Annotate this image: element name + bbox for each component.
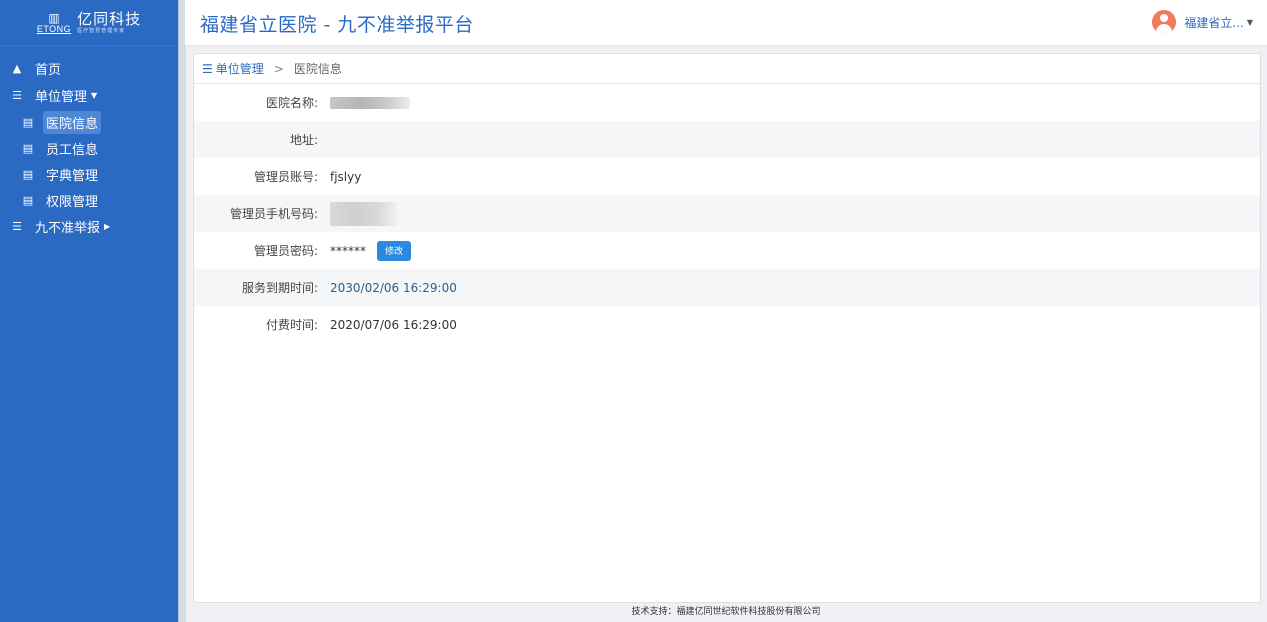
sidebar-nav: ▲ 首页 ☰ 单位管理 ▼ ▤ 医院信息 ▤ 员工信息 ▤ 字典管理 ▤ 权限管…: [0, 55, 178, 240]
sidebar: ▥ ETONG 亿同科技 医疗智慧管理专家 ▲ 首页 ☰ 单位管理 ▼ ▤ 医院…: [0, 0, 178, 622]
sidebar-item-label: 单位管理: [35, 90, 88, 105]
sidebar-resize-handle[interactable]: [178, 0, 186, 622]
avatar-icon: [1152, 10, 1177, 34]
field-value: 2030/02/06 16:29:00: [330, 280, 457, 295]
sidebar-item-unit-management[interactable]: ☰ 单位管理 ▼: [0, 82, 178, 109]
sidebar-item-hospital-info[interactable]: ▤ 医院信息: [0, 109, 178, 135]
password-mask: ******: [330, 243, 366, 258]
sidebar-item-home[interactable]: ▲ 首页: [0, 55, 178, 82]
sidebar-item-label: 员工信息: [46, 142, 99, 158]
main-panel: ☰ 单位管理 > 医院信息 医院名称: 地址: 管理员账号: fjslyy 管理…: [193, 53, 1261, 603]
card-icon: ▤: [22, 167, 34, 181]
caret-down-icon: ▼: [1246, 17, 1253, 27]
field-address: 地址:: [194, 121, 1260, 158]
breadcrumb-parent[interactable]: 单位管理: [216, 60, 264, 77]
field-hospital-name: 医院名称:: [194, 84, 1260, 121]
field-payment-time: 付费时间: 2020/07/06 16:29:00: [194, 306, 1260, 343]
field-value: [330, 96, 410, 109]
caret-down-icon: ▼: [91, 91, 98, 100]
field-admin-account: 管理员账号: fjslyy: [194, 158, 1260, 195]
user-menu[interactable]: 福建省立... ▼: [1152, 10, 1253, 34]
sidebar-item-label: 字典管理: [46, 168, 99, 184]
logo-subtitle: 医疗智慧管理专家: [77, 28, 126, 34]
field-admin-phone: 管理员手机号码:: [194, 195, 1260, 232]
user-name: 福建省立...: [1184, 15, 1244, 30]
sidebar-item-staff-info[interactable]: ▤ 员工信息: [0, 135, 178, 161]
breadcrumb-current: 医院信息: [293, 62, 342, 76]
sidebar-item-label: 首页: [35, 63, 62, 78]
breadcrumb: ☰ 单位管理 > 医院信息: [194, 54, 1260, 84]
field-admin-password: 管理员密码: ****** 修改: [194, 232, 1260, 269]
list-icon: ☰: [12, 220, 22, 233]
sidebar-item-permissions[interactable]: ▤ 权限管理: [0, 187, 178, 213]
field-label: 地址:: [289, 133, 318, 147]
page-title: 福建省立医院 - 九不准举报平台: [200, 14, 474, 36]
card-icon: ▤: [22, 141, 34, 155]
field-label: 服务到期时间:: [241, 281, 318, 295]
field-label: 管理员密码:: [253, 244, 318, 258]
card-icon: ▤: [22, 193, 34, 207]
footer-credit: 技术支持：福建亿同世纪软件科技股份有限公司: [631, 607, 821, 617]
field-value: ****** 修改: [330, 240, 412, 261]
logo-mark: ▥ ETONG: [37, 12, 71, 34]
brand-logo: ▥ ETONG 亿同科技 医疗智慧管理专家: [0, 0, 178, 46]
field-label: 医院名称:: [265, 96, 318, 110]
sidebar-item-label: 九不准举报: [35, 221, 101, 236]
redacted-value: [330, 96, 410, 109]
caret-right-icon: ▶: [104, 222, 111, 231]
logo-en: ETONG: [36, 23, 72, 34]
list-icon: ☰: [12, 89, 22, 102]
sidebar-item-reports[interactable]: ☰ 九不准举报 ▶: [0, 213, 178, 240]
sidebar-item-label: 权限管理: [46, 194, 99, 210]
top-header: 福建省立医院 - 九不准举报平台 福建省立... ▼: [185, 0, 1267, 46]
field-value: 2020/07/06 16:29:00: [330, 317, 457, 332]
field-value: [330, 201, 398, 226]
home-icon: ▲: [12, 62, 22, 75]
field-label: 管理员手机号码:: [229, 207, 318, 221]
info-list: 医院名称: 地址: 管理员账号: fjslyy 管理员手机号码: 管理员密码: …: [194, 84, 1260, 343]
sidebar-item-dictionary[interactable]: ▤ 字典管理: [0, 161, 178, 187]
card-icon: ▤: [22, 115, 34, 129]
list-icon: ☰: [202, 61, 213, 76]
edit-password-button[interactable]: 修改: [377, 240, 412, 261]
redacted-value: [330, 201, 398, 226]
field-value: fjslyy: [330, 169, 362, 184]
field-service-expiry: 服务到期时间: 2030/02/06 16:29:00: [194, 269, 1260, 306]
field-label: 付费时间:: [265, 318, 318, 332]
field-label: 管理员账号:: [253, 170, 318, 184]
logo-cn: 亿同科技: [77, 10, 142, 28]
logo-symbol-icon: ▥: [48, 10, 60, 25]
breadcrumb-separator: >: [273, 61, 284, 76]
sidebar-item-label: 医院信息: [43, 110, 102, 134]
